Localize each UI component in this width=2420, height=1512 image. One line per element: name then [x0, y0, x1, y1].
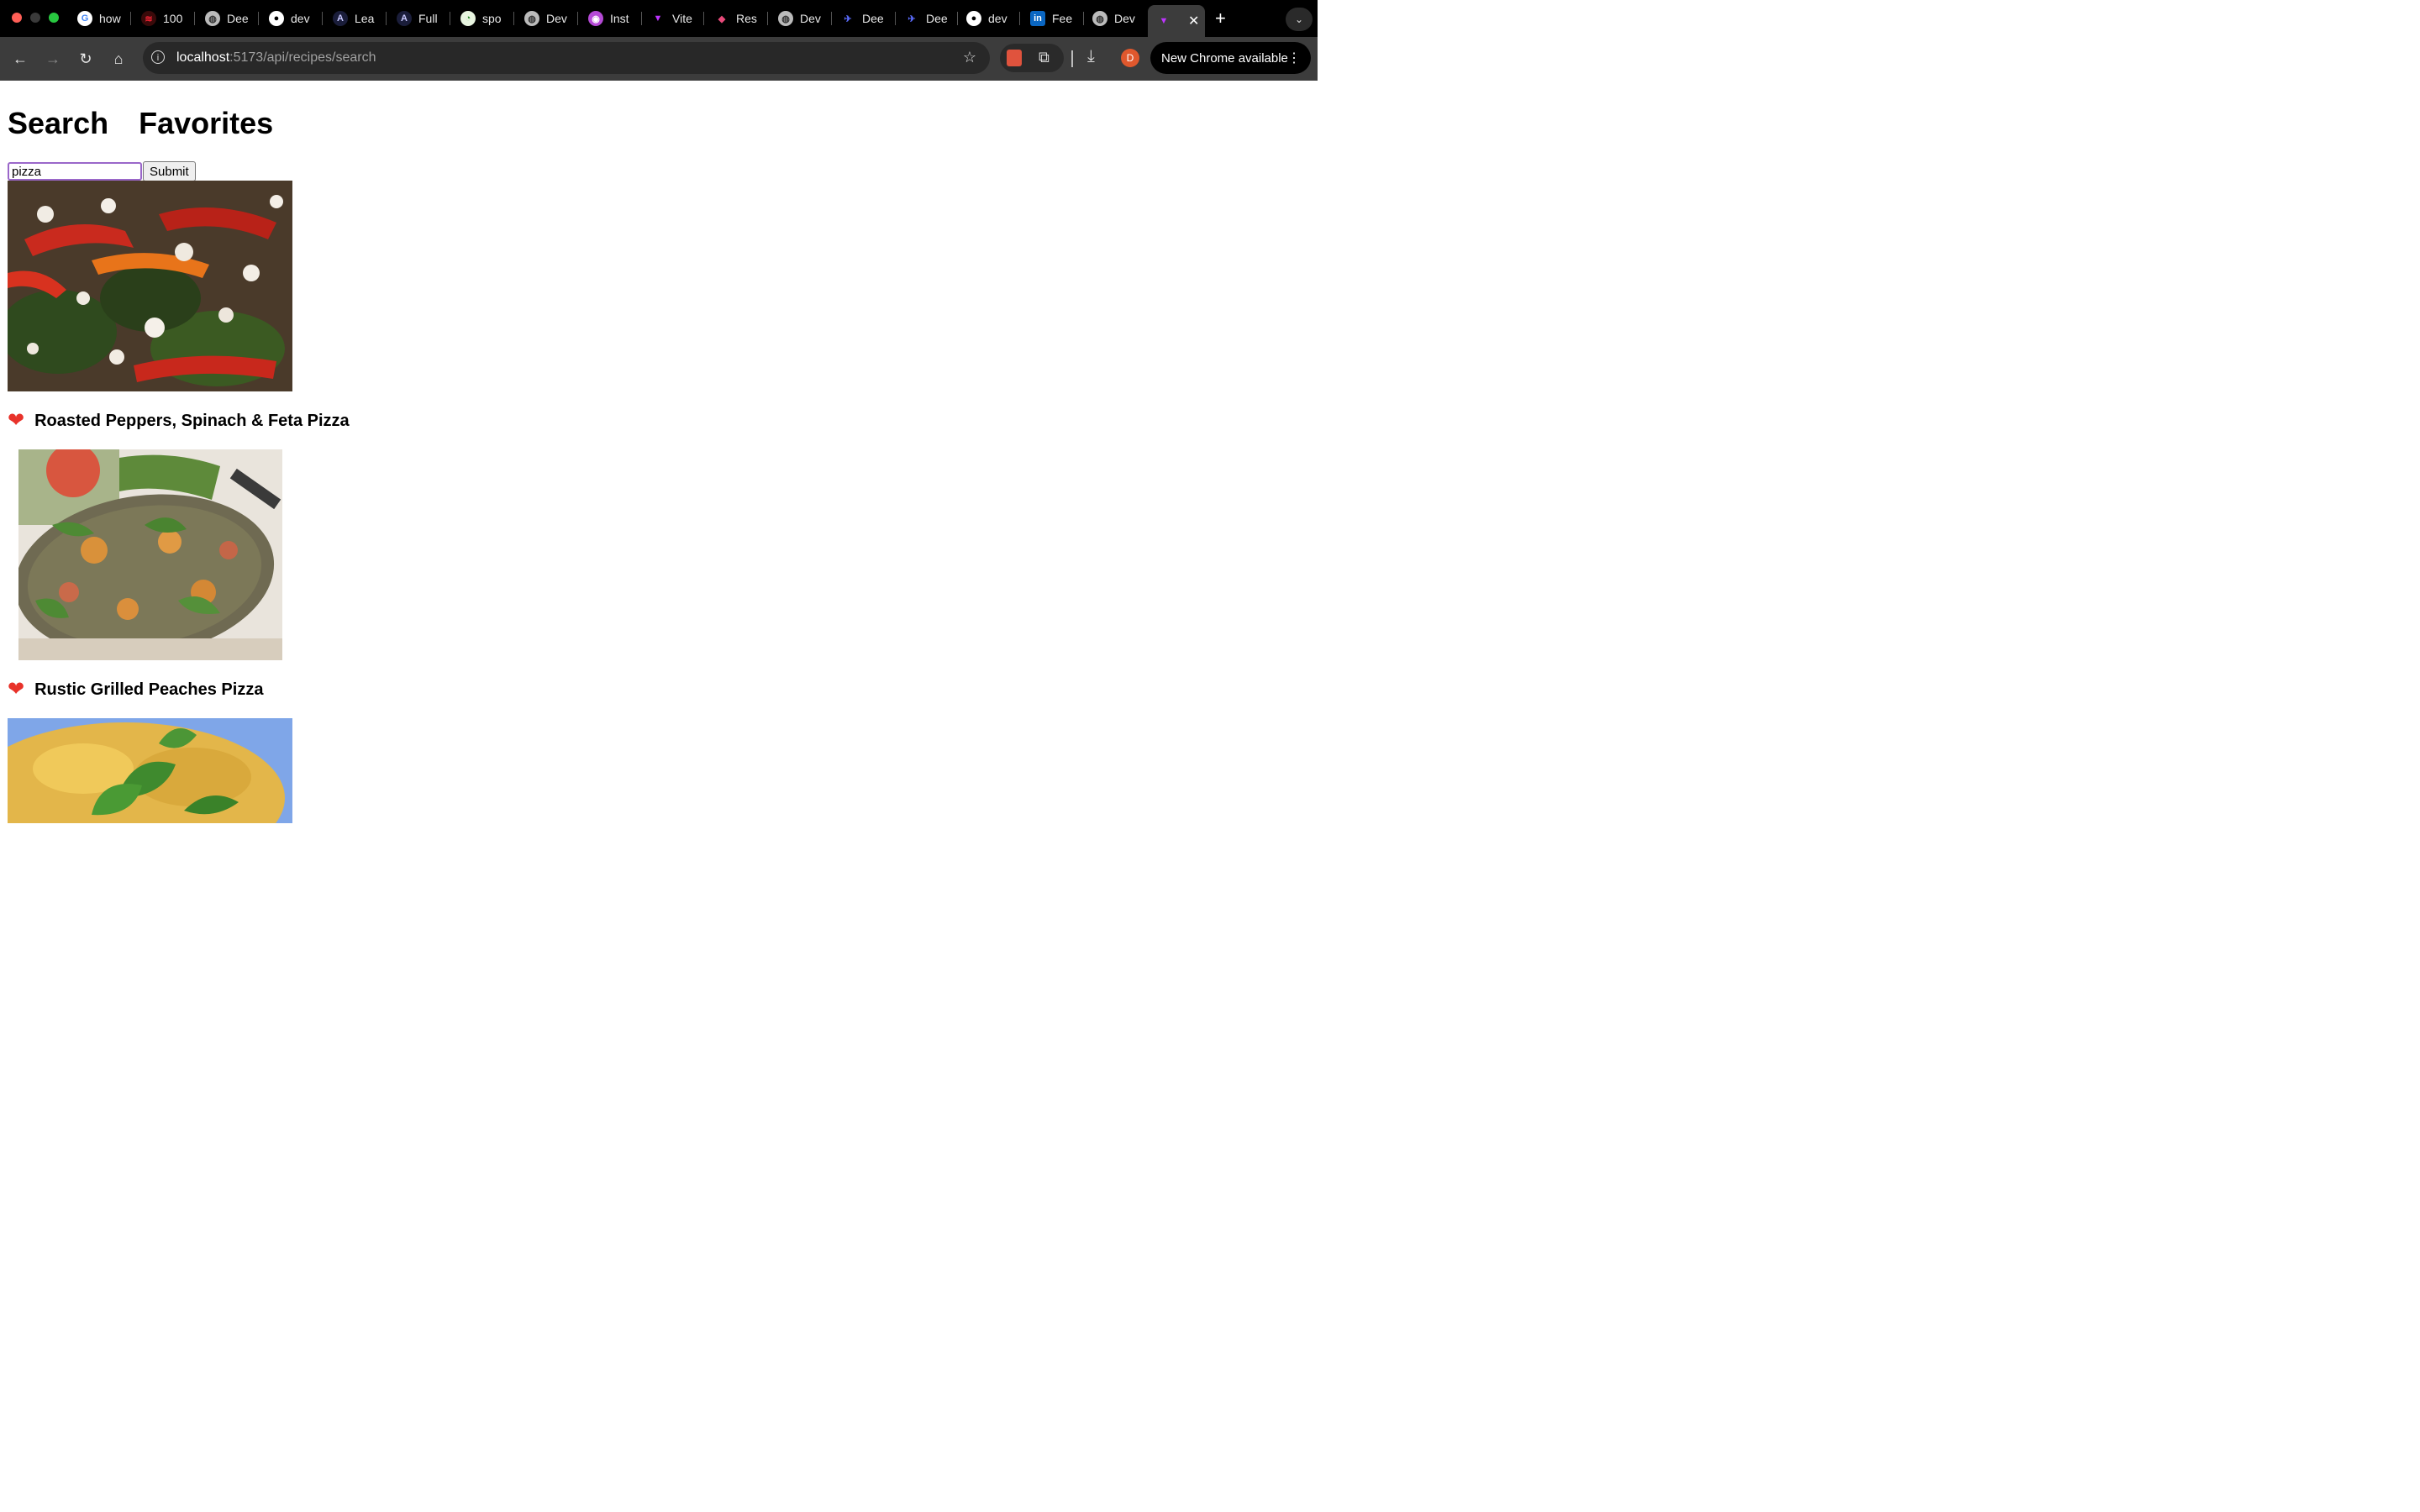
- nav-search-link[interactable]: Search: [8, 106, 108, 141]
- tab-label: Res: [736, 12, 757, 25]
- globe-icon: ◍: [1092, 11, 1107, 26]
- page-content: Search Favorites Submit ❤ Roasted Pepper…: [0, 81, 1318, 823]
- chrome-update-label: New Chrome available: [1161, 50, 1288, 66]
- extension-icon[interactable]: [1007, 50, 1022, 66]
- back-button[interactable]: ←: [9, 48, 31, 70]
- bookmark-star-icon[interactable]: ☆: [963, 49, 976, 66]
- stripes-icon: ≋: [141, 11, 156, 26]
- browser-toolbar: ← → ↻ ⌂ i localhost:5173/api/recipes/sea…: [0, 37, 1318, 81]
- nav-favorites-link[interactable]: Favorites: [139, 106, 273, 141]
- chrome-update-button[interactable]: New Chrome available ⋮: [1150, 42, 1311, 74]
- tab-label: how: [99, 12, 121, 25]
- google-icon: G: [77, 11, 92, 26]
- app-nav: Search Favorites: [8, 106, 273, 141]
- globe-icon: ◍: [524, 11, 539, 26]
- browser-tab[interactable]: ◍ Dee: [205, 7, 259, 30]
- linkedin-icon: in: [1030, 11, 1045, 26]
- pizza-photo: [8, 718, 292, 823]
- vite-icon: ▼: [1159, 16, 1169, 26]
- browser-tab[interactable]: ◆ Res: [714, 7, 768, 30]
- profile-avatar[interactable]: D: [1121, 49, 1139, 67]
- browser-tab[interactable]: in Fee: [1030, 7, 1084, 30]
- browser-tab[interactable]: ≋ 100: [141, 7, 195, 30]
- active-browser-tab[interactable]: ▼ ✕: [1148, 5, 1205, 37]
- pizza-photo: [18, 449, 282, 660]
- browser-tab[interactable]: A Lea: [333, 7, 387, 30]
- tab-label: Dev: [546, 12, 567, 25]
- forward-button[interactable]: →: [42, 48, 64, 70]
- browser-tab[interactable]: ◍ Dev: [1092, 7, 1143, 30]
- recipe-title: Roasted Peppers, Spinach & Feta Pizza: [34, 411, 350, 430]
- download-icon[interactable]: ⤓: [1087, 47, 1095, 66]
- favorite-heart-icon[interactable]: ❤: [8, 680, 24, 700]
- spotify-icon: ◔: [460, 11, 476, 26]
- browser-tab[interactable]: ◉ Inst: [588, 7, 642, 30]
- browser-tab[interactable]: ✈ Dee: [904, 7, 958, 30]
- minimize-window-button[interactable]: [30, 13, 40, 23]
- recipe-title: Rustic Grilled Peaches Pizza: [34, 680, 264, 699]
- tab-label: Full: [418, 12, 438, 25]
- tab-label: dev: [291, 12, 310, 25]
- close-tab-icon[interactable]: ✕: [1188, 13, 1199, 29]
- site-info-icon[interactable]: i: [151, 50, 165, 64]
- tab-label: spo: [482, 12, 502, 25]
- tab-label: 100: [163, 12, 183, 25]
- recipe-image: [8, 181, 292, 391]
- browser-tab[interactable]: ◍ Dev: [524, 7, 578, 30]
- maximize-window-button[interactable]: [49, 13, 59, 23]
- tab-label: dev: [988, 12, 1007, 25]
- globe-icon: ◍: [778, 11, 793, 26]
- globe-icon: ◍: [205, 11, 220, 26]
- browser-tab[interactable]: ◍ Dev: [778, 7, 832, 30]
- close-window-button[interactable]: [12, 13, 22, 23]
- feather-icon: ✈: [908, 13, 916, 24]
- home-button[interactable]: ⌂: [108, 48, 129, 70]
- angular-icon: A: [333, 11, 348, 26]
- pin-icon: ◆: [718, 13, 726, 24]
- tab-search-button[interactable]: ⌄: [1286, 8, 1313, 31]
- submit-button[interactable]: Submit: [143, 161, 196, 181]
- puzzle-icon[interactable]: ⧉: [1039, 49, 1050, 66]
- tab-label: Dee: [227, 12, 249, 25]
- browser-tab[interactable]: ● dev: [966, 7, 1020, 30]
- reload-button[interactable]: ↻: [75, 48, 97, 70]
- pizza-photo: [8, 181, 292, 391]
- search-form: Submit: [8, 161, 196, 181]
- new-tab-button[interactable]: +: [1215, 8, 1226, 29]
- url-text[interactable]: localhost:5173/api/recipes/search: [176, 50, 376, 66]
- favorite-heart-icon[interactable]: ❤: [8, 411, 24, 431]
- recipe-title-row: ❤ Rustic Grilled Peaches Pizza: [8, 680, 263, 700]
- browser-tab[interactable]: ◔ spo: [460, 7, 514, 30]
- toolbar-divider: [1071, 50, 1073, 67]
- tab-strip: G how ≋ 100 ◍ Dee ● dev A Lea A Full ◔ s…: [0, 0, 1318, 37]
- tab-label: Vite: [672, 12, 692, 25]
- more-menu-icon[interactable]: ⋮: [1287, 50, 1301, 66]
- angular-icon: A: [397, 11, 412, 26]
- recipe-title-row: ❤ Roasted Peppers, Spinach & Feta Pizza: [8, 411, 350, 431]
- vite-icon: ▼: [653, 13, 663, 24]
- github-icon: ●: [269, 11, 284, 26]
- instagram-icon: ◉: [588, 11, 603, 26]
- address-bar[interactable]: i localhost:5173/api/recipes/search ☆: [143, 42, 990, 74]
- browser-tab[interactable]: G how: [77, 7, 131, 30]
- tab-label: Fee: [1052, 12, 1073, 25]
- tab-label: Dee: [862, 12, 884, 25]
- recipe-image: [18, 449, 282, 660]
- browser-tab[interactable]: A Full: [397, 7, 450, 30]
- tab-label: Lea: [355, 12, 375, 25]
- browser-tab[interactable]: ✈ Dee: [840, 7, 896, 30]
- browser-tab[interactable]: ● dev: [269, 7, 323, 30]
- url-path: :5173/api/recipes/search: [229, 50, 376, 65]
- tab-label: Inst: [610, 12, 629, 25]
- tab-label: Dev: [800, 12, 821, 25]
- tab-label: Dev: [1114, 12, 1135, 25]
- github-icon: ●: [966, 11, 981, 26]
- browser-tab[interactable]: ▼ Vite: [650, 7, 704, 30]
- search-input[interactable]: [8, 162, 142, 181]
- tab-label: Dee: [926, 12, 948, 25]
- recipe-image: [8, 718, 292, 823]
- extensions-group: ⧉: [1000, 44, 1064, 72]
- url-host: localhost: [176, 50, 230, 65]
- feather-icon: ✈: [844, 13, 852, 24]
